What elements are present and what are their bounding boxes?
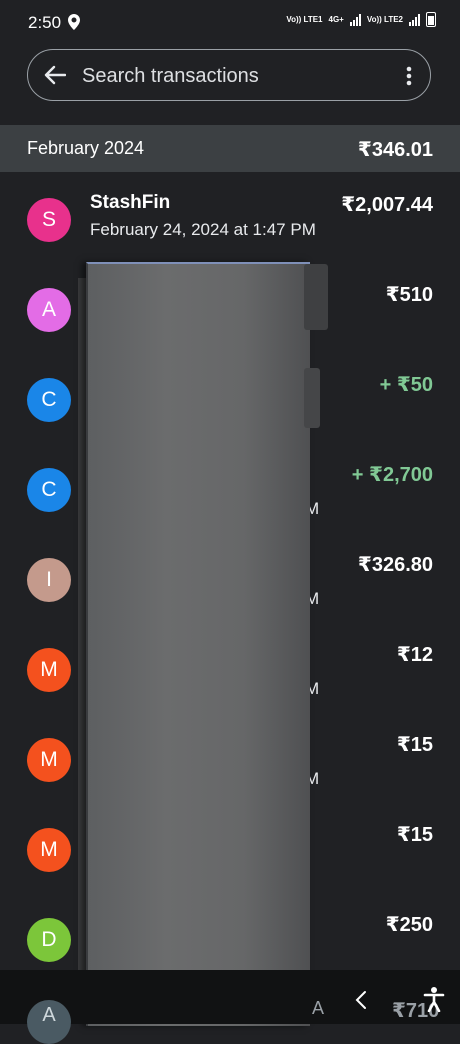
overlay-object	[86, 262, 310, 1026]
avatar: M	[27, 828, 71, 872]
avatar: I	[27, 558, 71, 602]
transaction-amount: + ₹50	[379, 374, 433, 396]
status-icons: Vo)) LTE1 4G+ Vo)) LTE2	[286, 12, 436, 27]
signal-icon	[349, 13, 361, 26]
avatar: S	[27, 198, 71, 242]
status-time: 2:50	[28, 13, 62, 32]
transaction-amount: ₹15	[396, 824, 433, 846]
avatar: M	[27, 738, 71, 782]
avatar: C	[27, 378, 71, 422]
avatar: A	[27, 288, 71, 332]
avatar: D	[27, 918, 71, 962]
chevron-left-icon[interactable]	[354, 990, 368, 1010]
transaction-amount: ₹326.80	[357, 554, 433, 576]
search-input[interactable]	[80, 60, 384, 92]
location-pin-icon	[68, 14, 80, 30]
transaction-amount: + ₹2,700	[351, 464, 433, 486]
system-nav-bar: A A ₹710	[0, 970, 460, 1044]
partial-row-letter: A	[312, 998, 325, 1018]
transaction-date: February 24, 2024 at 1:47 PM	[90, 220, 316, 239]
more-vert-icon[interactable]	[406, 66, 412, 86]
avatar: C	[27, 468, 71, 512]
battery-icon	[426, 12, 436, 27]
transaction-amount: ₹2,007.44	[341, 194, 433, 216]
arrow-left-icon[interactable]	[44, 65, 66, 85]
network-4g-label: 4G+	[328, 14, 344, 24]
transaction-row[interactable]: S StashFin February 24, 2024 at 1:47 PM ₹2,…	[0, 172, 460, 262]
search-bar[interactable]	[27, 49, 431, 101]
avatar: M	[27, 648, 71, 692]
avatar: A	[27, 1000, 71, 1044]
month-label: February 2024	[27, 138, 145, 158]
transaction-amount: ₹250	[385, 914, 433, 936]
merchant-name: StashFin	[90, 192, 171, 213]
transaction-amount: ₹510	[385, 284, 433, 306]
signal-icon	[409, 13, 420, 26]
transaction-amount: ₹12	[396, 644, 433, 666]
status-bar: 2:50 Vo)) LTE1 4G+ Vo)) LTE2	[0, 0, 460, 44]
network-lte1-label: Vo)) LTE1	[286, 14, 323, 24]
overlay-object-tab	[304, 368, 320, 428]
month-header: February 2024 ₹346.01	[0, 125, 460, 172]
transaction-amount: ₹15	[396, 734, 433, 756]
network-lte2-label: Vo)) LTE2	[366, 14, 403, 24]
month-total: ₹346.01	[357, 139, 433, 161]
overlay-object-tab	[304, 264, 328, 330]
accessibility-icon[interactable]	[423, 986, 445, 1012]
